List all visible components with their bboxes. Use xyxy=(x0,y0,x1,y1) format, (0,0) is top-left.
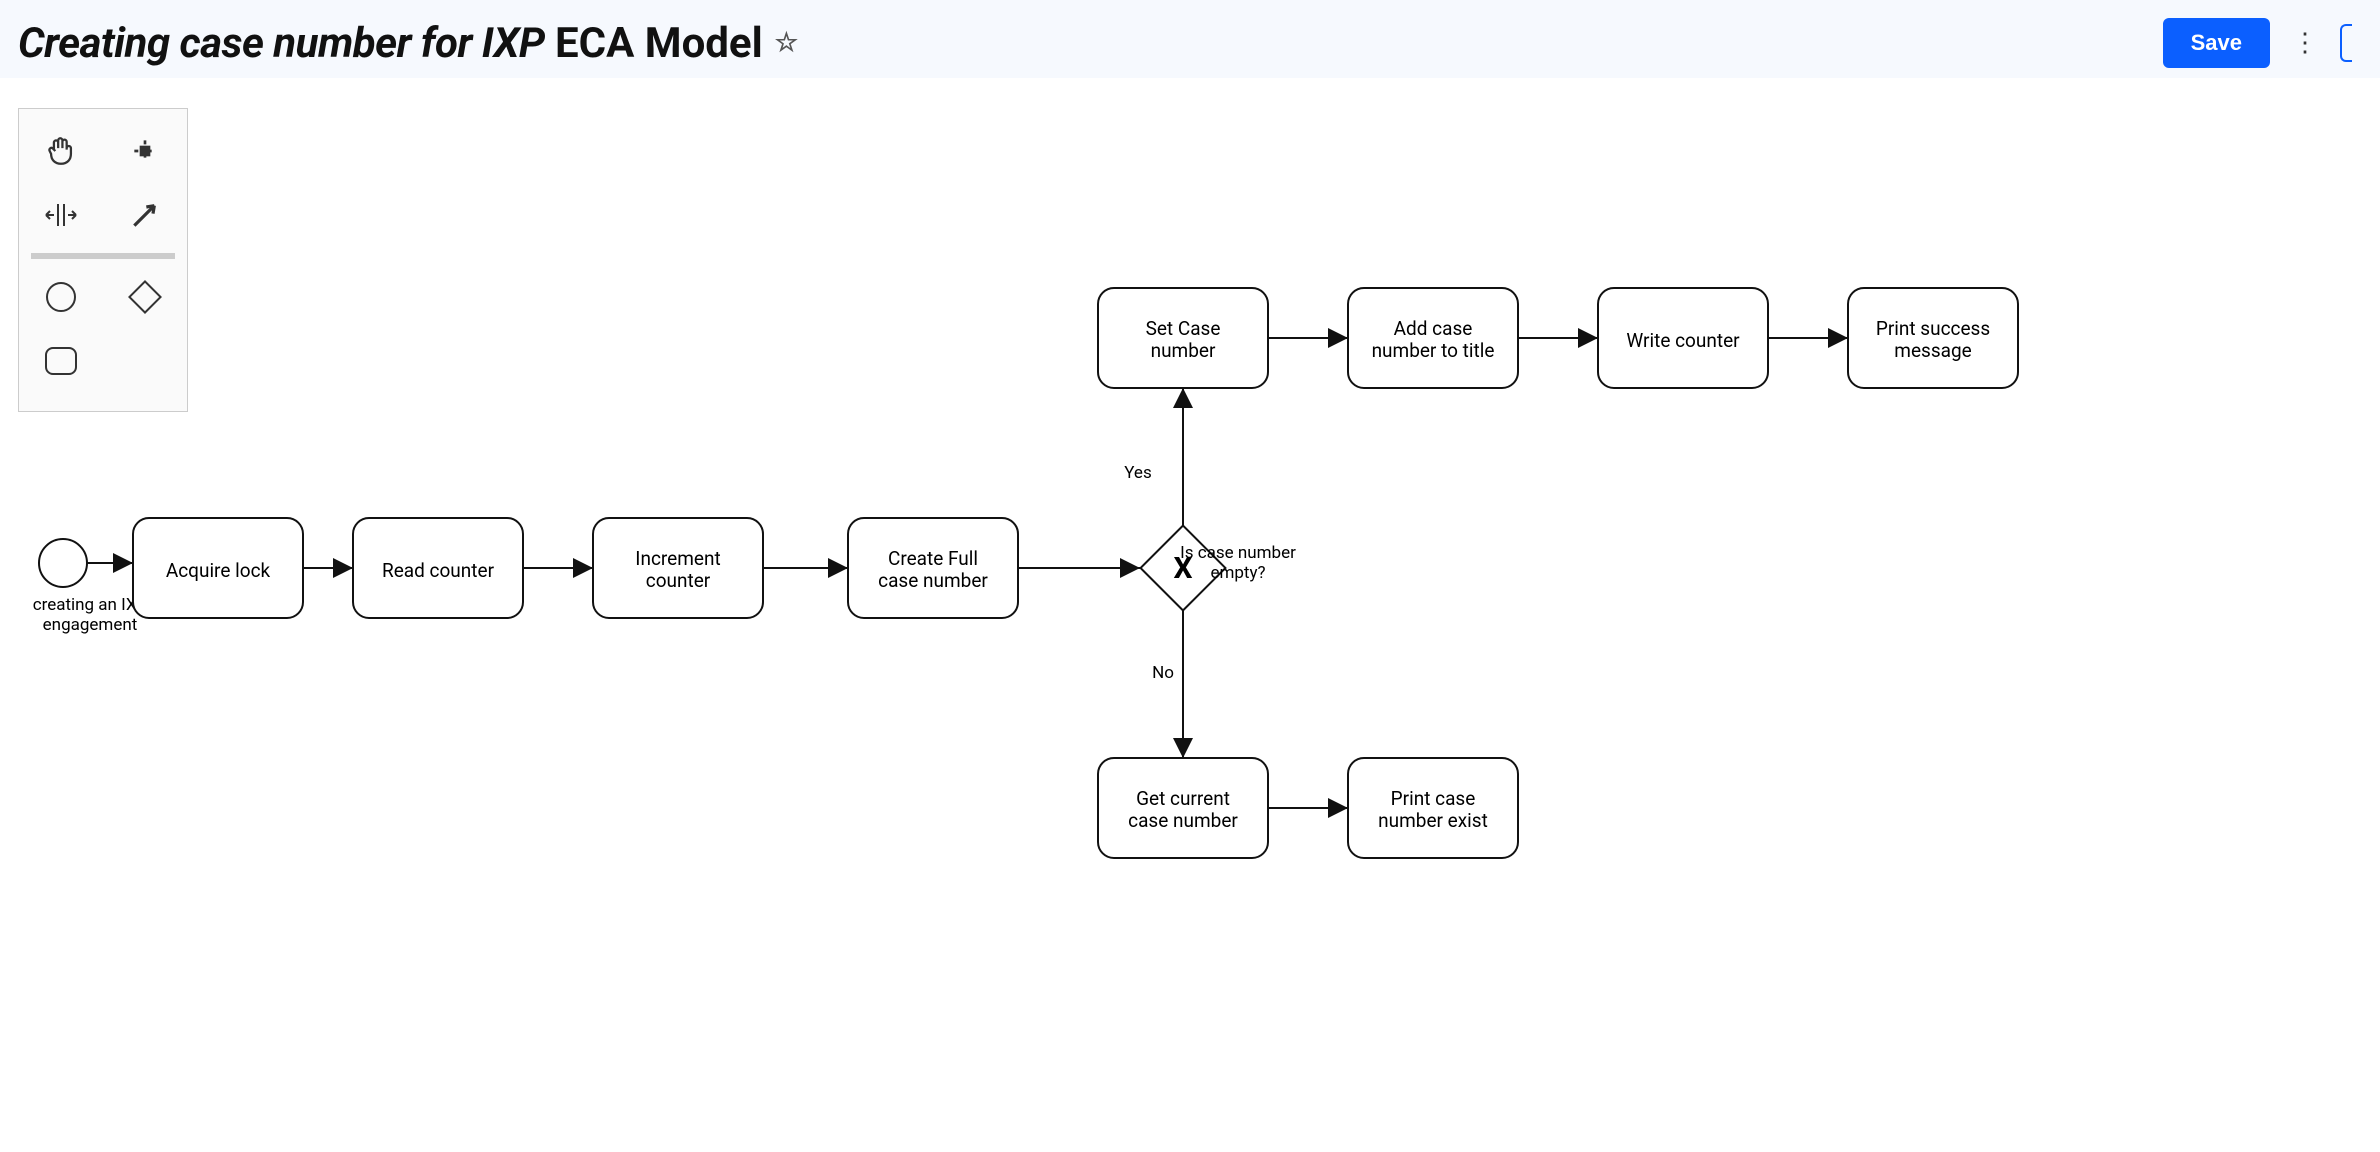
star-icon[interactable]: ☆ xyxy=(775,30,798,56)
panel-toggle-icon[interactable] xyxy=(2340,24,2352,62)
task-set-case[interactable]: Set Casenumber xyxy=(1098,288,1268,388)
diagram-canvas[interactable]: creating an IXPengagement Acquire lock R… xyxy=(18,108,2362,1008)
svg-text:Acquire lock: Acquire lock xyxy=(166,559,271,582)
editor-header: Creating case number for IXP ECA Model ☆… xyxy=(0,0,2380,78)
task-create-full[interactable]: Create Fullcase number xyxy=(848,518,1018,618)
task-read-counter[interactable]: Read counter xyxy=(353,518,523,618)
task-get-current[interactable]: Get currentcase number xyxy=(1098,758,1268,858)
edge-label-no: No xyxy=(1152,663,1174,683)
svg-text:Set Casenumber: Set Casenumber xyxy=(1146,317,1221,362)
more-actions-icon[interactable]: ⋮ xyxy=(2288,28,2322,58)
task-print-exist[interactable]: Print casenumber exist xyxy=(1348,758,1518,858)
header-actions: Save ⋮ xyxy=(2163,18,2352,68)
title-italic: Creating case number for IXP xyxy=(18,19,545,68)
svg-text:Incrementcounter: Incrementcounter xyxy=(635,547,720,592)
title-rest: ECA Model xyxy=(545,19,763,68)
task-increment-counter[interactable]: Incrementcounter xyxy=(593,518,763,618)
page-title: Creating case number for IXP ECA Model ☆ xyxy=(18,19,798,68)
task-print-success[interactable]: Print successmessage xyxy=(1848,288,2018,388)
save-button[interactable]: Save xyxy=(2163,18,2270,68)
svg-text:Create Fullcase number: Create Fullcase number xyxy=(878,547,988,592)
task-write-counter[interactable]: Write counter xyxy=(1598,288,1768,388)
start-event-label: creating an IXPengagement xyxy=(33,595,148,635)
svg-text:Write counter: Write counter xyxy=(1626,329,1740,352)
svg-text:Get currentcase number: Get currentcase number xyxy=(1128,787,1238,832)
task-acquire-lock[interactable]: Acquire lock xyxy=(133,518,303,618)
bpmn-diagram[interactable]: creating an IXPengagement Acquire lock R… xyxy=(18,108,2358,1008)
svg-text:Print casenumber exist: Print casenumber exist xyxy=(1378,787,1488,832)
svg-text:Read counter: Read counter xyxy=(382,559,495,582)
edge-label-yes: Yes xyxy=(1124,463,1151,483)
task-add-case-title[interactable]: Add casenumber to title xyxy=(1348,288,1518,388)
start-event[interactable] xyxy=(39,539,87,587)
